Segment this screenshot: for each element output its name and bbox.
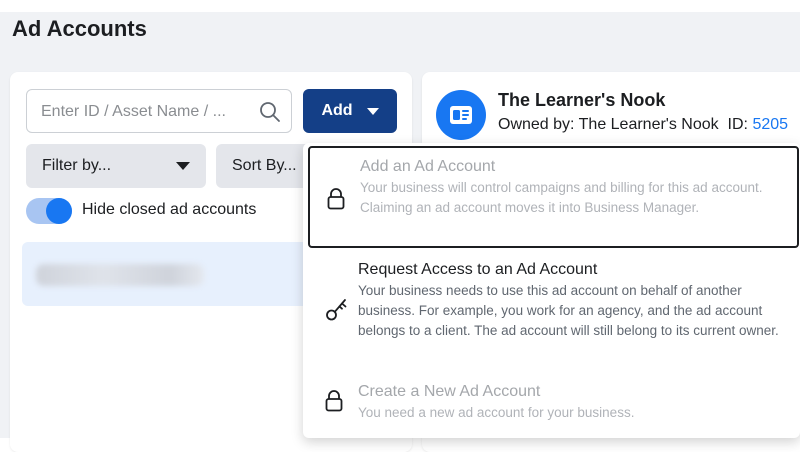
menu-item-create-ad-account[interactable]: Create a New Ad Account You need a new a…	[303, 382, 800, 430]
business-name: The Learner's Nook	[498, 90, 666, 110]
menu-item-request-access[interactable]: Request Access to an Ad Account Your bus…	[303, 260, 800, 368]
key-icon	[326, 299, 347, 321]
search-box[interactable]	[26, 89, 292, 134]
business-owner-line: Owned by: The Learner's Nook ID: 5205	[498, 116, 788, 134]
add-dropdown-menu: Add an Ad Account Your business will con…	[303, 143, 800, 438]
business-id-value[interactable]: 5205	[752, 116, 788, 133]
menu-item-description: Your business needs to use this ad accou…	[358, 283, 779, 338]
business-owner: Owned by: The Learner's Nook	[498, 116, 719, 133]
filter-dropdown[interactable]: Filter by...	[26, 144, 206, 188]
menu-item-description: Your business will control campaigns and…	[360, 180, 763, 215]
hide-closed-label: Hide closed ad accounts	[82, 201, 257, 218]
menu-item-add-ad-account[interactable]: Add an Ad Account Your business will con…	[308, 146, 799, 248]
menu-item-title: Request Access to an Ad Account	[358, 261, 598, 278]
add-button-label: Add	[321, 102, 353, 119]
filter-label: Filter by...	[42, 157, 112, 174]
lock-icon	[327, 188, 345, 210]
sort-label: Sort By...	[232, 157, 297, 174]
toggle-knob	[46, 198, 72, 224]
lock-icon	[325, 390, 343, 412]
chevron-down-icon	[176, 162, 190, 170]
business-id-card-icon	[450, 106, 472, 124]
search-input[interactable]	[39, 90, 253, 134]
menu-item-title: Create a New Ad Account	[358, 383, 541, 400]
menu-item-title: Add an Ad Account	[360, 158, 496, 175]
redacted-account-name	[36, 264, 204, 286]
chevron-down-icon	[366, 107, 379, 115]
page-title: Ad Accounts	[12, 16, 147, 41]
add-button[interactable]: Add	[303, 89, 397, 133]
hide-closed-toggle[interactable]	[26, 198, 72, 224]
business-id-label: ID:	[727, 116, 748, 133]
menu-item-description: You need a new ad account for your busin…	[358, 405, 635, 420]
business-avatar	[436, 90, 486, 140]
search-icon[interactable]	[259, 101, 281, 123]
